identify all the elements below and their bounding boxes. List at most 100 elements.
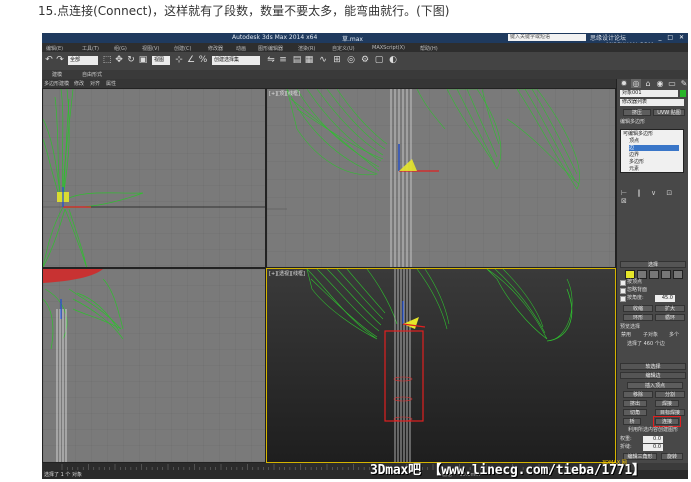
utilities-tab-icon[interactable]: ✎	[679, 79, 688, 88]
select-icon[interactable]: ⬚	[102, 55, 112, 66]
menu-customize[interactable]: 自定义(U)	[332, 45, 355, 52]
viewport-bottom-left-canvas	[43, 269, 265, 462]
menu-maxscript[interactable]: MAXScript(X)	[372, 45, 405, 51]
render-frame-icon[interactable]: ▢	[374, 55, 384, 66]
menu-graph-editors[interactable]: 图形编辑器	[258, 45, 283, 52]
uvw-map-button[interactable]: UVW 贴图	[653, 109, 685, 116]
shrink-button[interactable]: 收缩	[623, 305, 653, 312]
stack-item-edge[interactable]: 边	[629, 145, 679, 151]
grow-button[interactable]: 扩大	[655, 305, 685, 312]
extrude-mod-button[interactable]: 挤压	[623, 109, 651, 116]
ignore-backfacing-checkbox[interactable]	[620, 288, 626, 294]
viewport-bottom-left[interactable]	[42, 268, 266, 463]
by-angle-checkbox[interactable]	[620, 296, 626, 302]
mirror-icon[interactable]: ⇋	[266, 55, 276, 66]
menu-edit[interactable]: 编辑(E)	[46, 45, 63, 52]
menu-create[interactable]: 创建(C)	[174, 45, 191, 52]
stack-tools-icons[interactable]: ⊢ ‖ ∨ ⊡ ⊠	[621, 189, 683, 205]
hierarchy-tab-icon[interactable]: ⌂	[643, 79, 653, 88]
undo-icon[interactable]: ↶	[44, 55, 54, 66]
split-button[interactable]: 分割	[655, 391, 685, 398]
selection-set-dropdown[interactable]: 创建选择集	[212, 56, 260, 65]
align-icon[interactable]: ≡	[278, 55, 288, 66]
ribbon-subtab-poly[interactable]: 多边形建模	[44, 80, 69, 87]
remove-button[interactable]: 移除	[623, 391, 653, 398]
weld-button[interactable]: 焊接	[655, 400, 679, 407]
connect-button[interactable]: 连接	[653, 416, 681, 427]
target-weld-button[interactable]: 目标焊接	[655, 409, 685, 416]
material-editor-icon[interactable]: ◎	[346, 55, 356, 66]
vertex-mode-icon[interactable]	[625, 270, 635, 279]
viewport-perspective[interactable]: [+][透视][线框]	[266, 268, 616, 463]
scale-icon[interactable]: ▣	[138, 55, 148, 66]
extrude-button[interactable]: 挤出	[623, 400, 647, 407]
selection-rollout-header[interactable]: 选择	[620, 261, 686, 268]
soft-selection-rollout-header[interactable]: 软选择	[620, 363, 686, 370]
modifier-list-dropdown[interactable]: 修改器列表	[620, 99, 684, 106]
crease-field[interactable]: 0.0	[643, 444, 663, 451]
snap-icon[interactable]: ⊹	[174, 55, 184, 66]
stack-item-polygon[interactable]: 多边形	[629, 159, 644, 165]
polygon-mode-icon[interactable]	[661, 270, 671, 279]
preview-subobj-radio[interactable]: 子对象	[643, 332, 663, 339]
create-tab-icon[interactable]: ✹	[619, 79, 629, 88]
ribbon-subtab-props[interactable]: 属性	[106, 80, 116, 87]
angle-value-field[interactable]: 45.0	[655, 295, 675, 302]
move-icon[interactable]: ✥	[114, 55, 124, 66]
percent-snap-icon[interactable]: %	[198, 55, 208, 66]
menu-modifiers[interactable]: 修改器	[208, 45, 223, 52]
stack-item-element[interactable]: 元素	[629, 166, 639, 172]
layer-icon[interactable]: ▤	[292, 55, 302, 66]
ribbon-tab-modeling[interactable]: 建模	[52, 71, 62, 78]
reference-coord-dropdown[interactable]: 视图	[152, 56, 170, 65]
menu-animation[interactable]: 动画	[236, 45, 246, 52]
edit-edges-rollout-header[interactable]: 编辑边	[620, 372, 686, 379]
chamfer-button[interactable]: 切角	[623, 409, 647, 416]
object-color-swatch[interactable]	[680, 90, 686, 97]
search-input[interactable]: 键入关键字或短语	[508, 34, 586, 41]
menu-views[interactable]: 视图(V)	[142, 45, 159, 52]
bridge-button[interactable]: 桥	[623, 418, 641, 425]
ring-button[interactable]: 环形	[623, 314, 653, 321]
schematic-icon[interactable]: ⊞	[332, 55, 342, 66]
render-setup-icon[interactable]: ⚙	[360, 55, 370, 66]
preview-off-radio[interactable]: 禁用	[621, 332, 641, 339]
motion-tab-icon[interactable]: ◉	[655, 79, 665, 88]
forum-watermark: 3Dmax吧 【www.linecg.com/tieba/1771】	[370, 463, 645, 478]
edge-mode-icon[interactable]	[637, 270, 647, 279]
element-mode-icon[interactable]	[673, 270, 683, 279]
menu-tools[interactable]: 工具(T)	[82, 45, 99, 52]
object-name-field[interactable]: 对象001	[620, 90, 678, 97]
stack-item-vertex[interactable]: 顶点	[629, 138, 639, 144]
rotate-icon[interactable]: ↻	[126, 55, 136, 66]
graphite-icon[interactable]: ▦	[304, 55, 314, 66]
modify-tab-icon[interactable]: ◎	[631, 79, 641, 88]
viewport-top-right[interactable]: [+][顶][线框]	[266, 88, 616, 268]
menu-group[interactable]: 组(G)	[114, 45, 127, 52]
command-panel: ✹ ◎ ⌂ ◉ ▭ ✎ 对象001 修改器列表 挤压 UVW 贴图 编辑多边形 …	[616, 79, 688, 463]
curve-editor-icon[interactable]: ∿	[318, 55, 328, 66]
border-mode-icon[interactable]	[649, 270, 659, 279]
viewport-top-left[interactable]	[42, 88, 266, 268]
selection-filter-dropdown[interactable]: 全部	[68, 56, 98, 65]
angle-snap-icon[interactable]: ∠	[186, 55, 196, 66]
redo-icon[interactable]: ↷	[55, 55, 65, 66]
turn-button[interactable]: 旋转	[661, 453, 683, 460]
ribbon-subtab-align[interactable]: 对齐	[90, 80, 100, 87]
stack-item-editable-poly[interactable]: 可编辑多边形	[623, 131, 653, 137]
modifier-stack[interactable]: 可编辑多边形 顶点 边 边界 多边形 元素	[620, 129, 684, 173]
ribbon-subtab-modify[interactable]: 修改	[74, 80, 84, 87]
ribbon-tab-freeform[interactable]: 自由形式	[82, 71, 102, 78]
by-vertex-checkbox[interactable]	[620, 280, 626, 286]
stack-item-border[interactable]: 边界	[629, 152, 639, 158]
loop-button[interactable]: 循环	[655, 314, 685, 321]
window-controls[interactable]: _ □ ✕	[658, 34, 686, 41]
display-tab-icon[interactable]: ▭	[667, 79, 677, 88]
preview-multi-radio[interactable]: 多个	[669, 332, 685, 339]
menu-help[interactable]: 帮助(H)	[420, 45, 438, 52]
menu-rendering[interactable]: 渲染(R)	[298, 45, 315, 52]
create-shape-button[interactable]: 利用所选内容创建图形	[621, 427, 685, 434]
weight-field[interactable]: 0.0	[643, 436, 663, 443]
insert-vertex-button[interactable]: 插入顶点	[627, 382, 683, 389]
render-icon[interactable]: ◐	[388, 55, 398, 66]
